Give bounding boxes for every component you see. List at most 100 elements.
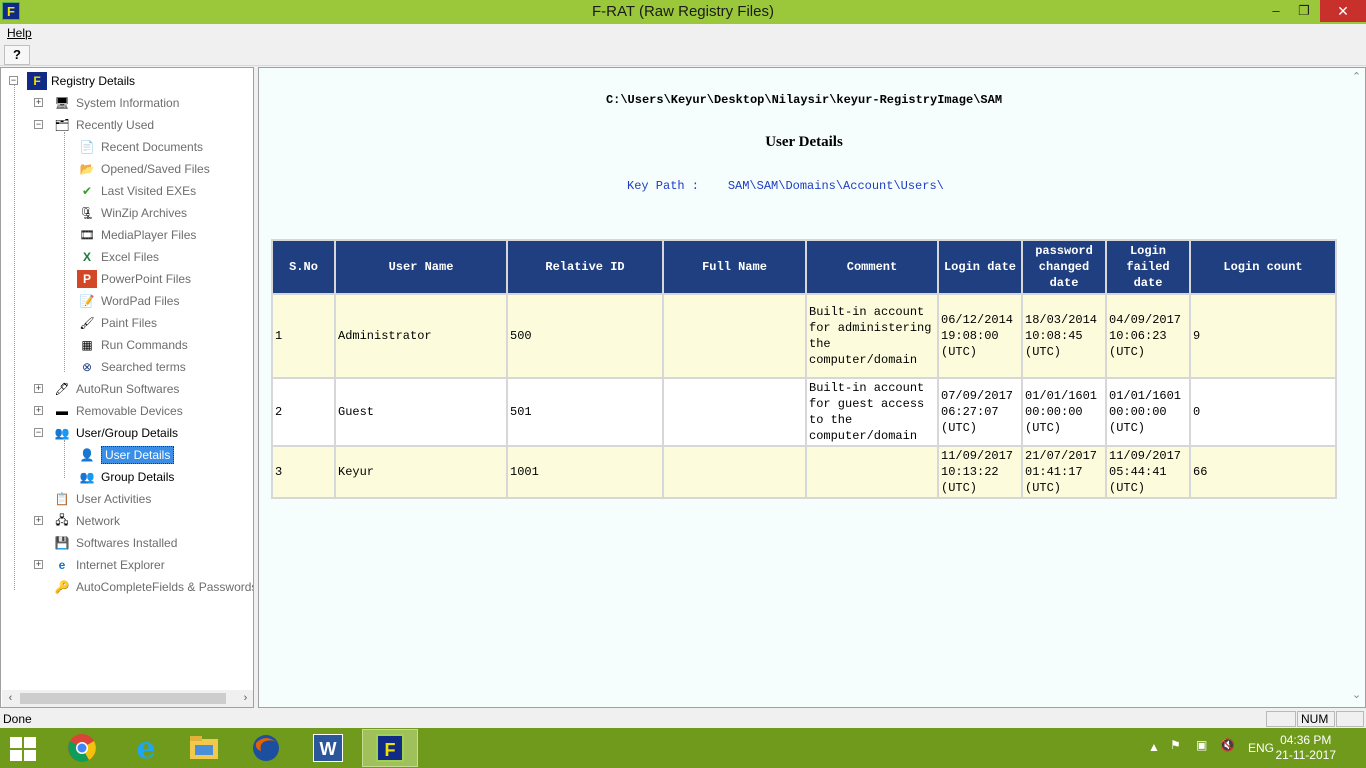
table-row[interactable]: 1 Administrator 500 Built-in account for… bbox=[271, 293, 1337, 379]
tree-item-system-information[interactable]: + 🖥 System Information bbox=[34, 92, 179, 114]
tree-item-network[interactable]: + 🖧 Network bbox=[34, 510, 120, 532]
system-clock[interactable]: 04:36 PM 21-11-2017 bbox=[1276, 733, 1337, 763]
status-panel-empty bbox=[1336, 711, 1364, 727]
tree-item-group-details[interactable]: 👥 Group Details bbox=[77, 466, 175, 488]
collapse-icon[interactable]: − bbox=[34, 120, 43, 129]
expand-icon[interactable]: + bbox=[34, 516, 43, 525]
close-button[interactable]: ✕ bbox=[1320, 0, 1366, 22]
paint-icon: 🖌 bbox=[79, 316, 95, 330]
usb-drive-icon: ▬ bbox=[56, 404, 68, 418]
expand-icon[interactable]: + bbox=[34, 406, 43, 415]
language-indicator[interactable]: ENG bbox=[1248, 741, 1274, 768]
table-row[interactable]: 3 Keyur 1001 11/09/2017 10:13:22 (UTC) 2… bbox=[271, 445, 1337, 499]
cell-full-name bbox=[662, 377, 807, 447]
tree-item-paint-files[interactable]: 🖌 Paint Files bbox=[77, 312, 157, 334]
tree-item-user-group-details[interactable]: − 👥 User/Group Details bbox=[34, 422, 178, 444]
tree-item-run-commands[interactable]: ▦ Run Commands bbox=[77, 334, 187, 356]
ie-icon: e bbox=[58, 558, 66, 572]
expand-icon[interactable]: + bbox=[34, 384, 43, 393]
volume-muted-icon[interactable]: 🔇 bbox=[1220, 738, 1235, 768]
tree-horizontal-scrollbar[interactable]: ‹ › bbox=[2, 690, 253, 707]
cell-login-count: 66 bbox=[1189, 445, 1337, 499]
menu-help[interactable]: Help bbox=[7, 26, 32, 40]
scroll-up-icon[interactable]: ⌃ bbox=[1348, 70, 1365, 87]
help-icon[interactable]: ? bbox=[4, 45, 30, 65]
cell-user-name: Guest bbox=[334, 377, 508, 447]
tree-item-last-visited-exes[interactable]: ✔ Last Visited EXEs bbox=[77, 180, 196, 202]
internet-explorer-icon[interactable]: e bbox=[118, 729, 174, 767]
chrome-icon[interactable] bbox=[54, 729, 110, 767]
cell-password-changed: 18/03/2014 10:08:45 (UTC) bbox=[1021, 293, 1107, 379]
col-user-name: User Name bbox=[334, 239, 508, 295]
table-row[interactable]: 2 Guest 501 Built-in account for guest a… bbox=[271, 377, 1337, 447]
cell-sno: 2 bbox=[271, 377, 336, 447]
scroll-thumb[interactable] bbox=[20, 693, 226, 704]
tree-item-user-activities[interactable]: 📋 User Activities bbox=[52, 488, 152, 510]
cell-login-failed: 01/01/1601 00:00:00 (UTC) bbox=[1105, 377, 1191, 447]
minimize-button[interactable]: – bbox=[1262, 0, 1290, 22]
user-icon: 👤 bbox=[79, 448, 95, 462]
expand-icon[interactable]: + bbox=[34, 98, 43, 107]
page-title: User Details bbox=[765, 134, 843, 150]
cell-login-failed: 04/09/2017 10:06:23 (UTC) bbox=[1105, 293, 1191, 379]
cell-password-changed: 21/07/2017 01:41:17 (UTC) bbox=[1021, 445, 1107, 499]
windows-start-icon[interactable] bbox=[10, 737, 38, 761]
status-panel-empty bbox=[1266, 711, 1296, 727]
file-path: C:\Users\Keyur\Desktop\Nilaysir\keyur-Re… bbox=[605, 93, 1003, 107]
tree-item-user-details[interactable]: 👤 User Details bbox=[77, 444, 175, 466]
collapse-icon[interactable]: − bbox=[9, 76, 18, 85]
tree-item-searched-terms[interactable]: ⊗ Searched terms bbox=[77, 356, 186, 378]
col-relative-id: Relative ID bbox=[506, 239, 664, 295]
cell-login-date: 11/09/2017 10:13:22 (UTC) bbox=[937, 445, 1023, 499]
media-icon: 🎞 bbox=[79, 228, 95, 242]
cell-comment bbox=[805, 445, 939, 499]
cell-sno: 1 bbox=[271, 293, 336, 379]
tree-item-opened-saved-files[interactable]: 📂 Opened/Saved Files bbox=[77, 158, 210, 180]
col-full-name: Full Name bbox=[662, 239, 807, 295]
collapse-icon[interactable]: − bbox=[34, 428, 43, 437]
show-hidden-icons-icon[interactable]: ▲ bbox=[1148, 740, 1160, 768]
tree-item-softwares-installed[interactable]: 💾 Softwares Installed bbox=[52, 532, 178, 554]
col-password-changed: password changed date bbox=[1021, 239, 1107, 295]
user-details-table: S.No User Name Relative ID Full Name Com… bbox=[271, 239, 1337, 499]
activity-icon: 📋 bbox=[54, 492, 70, 506]
file-explorer-icon[interactable] bbox=[176, 729, 232, 767]
users-icon: 👥 bbox=[54, 426, 70, 440]
cell-comment: Built-in account for guest access to the… bbox=[805, 377, 939, 447]
expand-icon[interactable]: + bbox=[34, 560, 43, 569]
title-bar: F F-RAT (Raw Registry Files) – ❐ ✕ bbox=[0, 0, 1366, 24]
firefox-icon[interactable] bbox=[238, 729, 294, 767]
frat-icon[interactable]: F bbox=[362, 729, 418, 767]
action-center-icon[interactable]: ⚑ bbox=[1170, 738, 1181, 768]
scroll-down-icon[interactable]: ⌄ bbox=[1348, 688, 1365, 705]
tree-item-winzip-archives[interactable]: 🗜 WinZip Archives bbox=[77, 202, 187, 224]
tree-item-removable-devices[interactable]: + ▬ Removable Devices bbox=[34, 400, 183, 422]
folder-icon: 📂 bbox=[79, 162, 95, 176]
tree-item-powerpoint-files[interactable]: P PowerPoint Files bbox=[77, 268, 191, 290]
tree-item-excel-files[interactable]: X Excel Files bbox=[77, 246, 159, 268]
tree-item-wordpad-files[interactable]: 📝 WordPad Files bbox=[77, 290, 180, 312]
network-status-icon[interactable]: ▣ bbox=[1196, 738, 1207, 768]
wordpad-icon: 📝 bbox=[79, 294, 95, 308]
tree-item-autorun-softwares[interactable]: + 🖊 AutoRun Softwares bbox=[34, 378, 179, 400]
tree-item-recently-used[interactable]: − 🗂 Recently Used bbox=[34, 114, 154, 136]
tree-item-mediaplayer-files[interactable]: 🎞 MediaPlayer Files bbox=[77, 224, 196, 246]
scroll-right-icon[interactable]: › bbox=[237, 690, 253, 707]
tree-item-recent-documents[interactable]: 📄 Recent Documents bbox=[77, 136, 204, 158]
cell-full-name bbox=[662, 293, 807, 379]
tree-item-autocomplete-fields[interactable]: 🔑 AutoCompleteFields & Passwords bbox=[52, 576, 253, 598]
content-vertical-scrollbar[interactable]: ⌃ ⌄ bbox=[1348, 68, 1365, 707]
key-path: Key Path : SAM\SAM\Domains\Account\Users… bbox=[627, 179, 944, 193]
frat-logo-icon: F bbox=[27, 72, 47, 90]
maximize-button[interactable]: ❐ bbox=[1290, 0, 1318, 22]
word-icon[interactable]: W bbox=[300, 729, 356, 767]
history-icon: 🗂 bbox=[54, 118, 70, 132]
num-lock-indicator: NUM bbox=[1297, 711, 1335, 727]
key-icon: 🔑 bbox=[54, 580, 70, 594]
software-icon: 💾 bbox=[54, 536, 70, 550]
tree-root[interactable]: − F Registry Details bbox=[9, 70, 135, 92]
zip-icon: 🗜 bbox=[79, 206, 95, 220]
autorun-icon: 🖊 bbox=[54, 382, 70, 396]
tree-item-internet-explorer[interactable]: + e Internet Explorer bbox=[34, 554, 165, 576]
scroll-left-icon[interactable]: ‹ bbox=[2, 690, 19, 707]
